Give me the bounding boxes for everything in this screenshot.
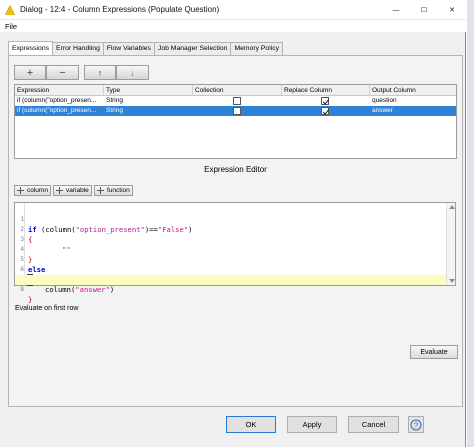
code-line: 2 { bbox=[15, 215, 447, 244]
expression-code-editor[interactable]: 1 if (column("option_present")=="False")… bbox=[14, 202, 456, 304]
cell-expression: if (column("option_presen... bbox=[17, 97, 97, 104]
evaluate-button[interactable]: Evaluate bbox=[410, 345, 458, 359]
column-header-type[interactable]: Type bbox=[104, 85, 193, 96]
replace-column-checkbox[interactable] bbox=[321, 107, 330, 115]
code-brace: } bbox=[28, 295, 33, 304]
column-header-output-column[interactable]: Output Column bbox=[370, 85, 456, 96]
table-row[interactable]: if (column("option_presen... String answ… bbox=[15, 106, 456, 116]
expressions-table: Expression Type Collection Replace Colum… bbox=[14, 84, 457, 159]
plus-icon bbox=[56, 187, 63, 194]
check-icon bbox=[322, 99, 330, 105]
evaluate-on-first-row-label: Evaluate on first row bbox=[15, 305, 79, 312]
expression-editor-title: Expression Editor bbox=[204, 165, 267, 174]
menu-file[interactable]: File bbox=[5, 22, 17, 31]
tab-bar: Expressions Error Handling Flow Variable… bbox=[8, 41, 284, 55]
insert-function-button[interactable]: function bbox=[94, 185, 133, 196]
ok-button[interactable]: OK bbox=[226, 416, 276, 433]
code-line: 6 { bbox=[15, 255, 447, 286]
editor-vertical-scrollbar[interactable] bbox=[446, 203, 455, 285]
table-header: Expression Type Collection Replace Colum… bbox=[15, 85, 456, 96]
insert-variable-label: variable bbox=[66, 187, 89, 194]
minimize-button[interactable]: — bbox=[382, 0, 410, 20]
code-line: 5 else bbox=[15, 245, 447, 274]
code-line: 3 "" bbox=[15, 225, 447, 254]
line-number: 8 bbox=[20, 286, 24, 293]
plus-icon: + bbox=[26, 66, 34, 79]
column-header-expression[interactable]: Expression bbox=[15, 85, 104, 96]
menu-bar: File bbox=[0, 20, 466, 32]
apply-button[interactable]: Apply bbox=[287, 416, 337, 433]
column-header-replace-column[interactable]: Replace Column bbox=[282, 85, 370, 96]
table-row[interactable]: if (column("option_presen... String ques… bbox=[15, 96, 456, 106]
help-button[interactable]: ? bbox=[408, 416, 424, 433]
insert-function-label: function bbox=[107, 187, 130, 194]
replace-column-checkbox[interactable] bbox=[321, 97, 330, 105]
code-line-current: 8 } bbox=[15, 275, 447, 304]
tab-expressions[interactable]: Expressions bbox=[8, 41, 54, 55]
code-line: 1 if (column("option_present")=="False") bbox=[15, 205, 447, 234]
collection-checkbox[interactable] bbox=[233, 107, 241, 115]
window-title: Dialog - 12:4 - Column Expressions (Popu… bbox=[20, 5, 220, 14]
dialog-window: Dialog - 12:4 - Column Expressions (Popu… bbox=[0, 0, 466, 447]
maximize-button[interactable]: ☐ bbox=[410, 0, 438, 20]
tab-flow-variables[interactable]: Flow Variables bbox=[102, 42, 155, 55]
knime-warning-icon bbox=[5, 5, 15, 15]
cancel-button[interactable]: Cancel bbox=[348, 416, 399, 433]
column-header-collection[interactable]: Collection bbox=[193, 85, 282, 96]
insert-column-label: column bbox=[27, 187, 48, 194]
move-up-button[interactable]: ↑ bbox=[84, 65, 116, 80]
cell-type: String bbox=[106, 107, 123, 114]
arrow-down-icon: ↓ bbox=[130, 67, 135, 78]
cell-expression: if (column("option_presen... bbox=[17, 107, 97, 114]
plus-icon bbox=[97, 187, 104, 194]
svg-text:?: ? bbox=[414, 420, 418, 429]
check-icon bbox=[322, 109, 330, 115]
scroll-up-icon[interactable] bbox=[449, 205, 455, 209]
code-string: "answer" bbox=[75, 285, 110, 294]
cell-output-column: question bbox=[372, 97, 397, 104]
scroll-down-icon[interactable] bbox=[449, 279, 455, 283]
plus-icon bbox=[17, 187, 24, 194]
cell-type: String bbox=[106, 97, 123, 104]
background-window-edge bbox=[467, 0, 474, 447]
code-text: ) bbox=[109, 285, 115, 294]
help-icon: ? bbox=[410, 419, 422, 430]
move-down-button[interactable]: ↓ bbox=[116, 65, 149, 80]
code-line: 7 column("answer") bbox=[15, 265, 447, 294]
arrow-up-icon: ↑ bbox=[97, 67, 103, 78]
insert-column-button[interactable]: column bbox=[14, 185, 51, 196]
code-line: 4 } bbox=[15, 235, 447, 264]
expressions-panel: + − ↑ ↓ Expression Type Collection Repla… bbox=[8, 55, 463, 407]
insert-variable-button[interactable]: variable bbox=[53, 185, 92, 196]
remove-expression-button[interactable]: − bbox=[46, 65, 79, 80]
close-button[interactable]: ✕ bbox=[438, 0, 466, 20]
title-bar[interactable]: Dialog - 12:4 - Column Expressions (Popu… bbox=[0, 0, 466, 20]
cell-output-column: answer bbox=[372, 107, 393, 114]
tab-job-manager-selection[interactable]: Job Manager Selection bbox=[153, 42, 232, 55]
minus-icon: − bbox=[59, 66, 66, 79]
tab-error-handling[interactable]: Error Handling bbox=[52, 42, 104, 55]
tab-memory-policy[interactable]: Memory Policy bbox=[230, 42, 284, 55]
add-expression-button[interactable]: + bbox=[14, 65, 46, 80]
collection-checkbox[interactable] bbox=[233, 97, 241, 105]
